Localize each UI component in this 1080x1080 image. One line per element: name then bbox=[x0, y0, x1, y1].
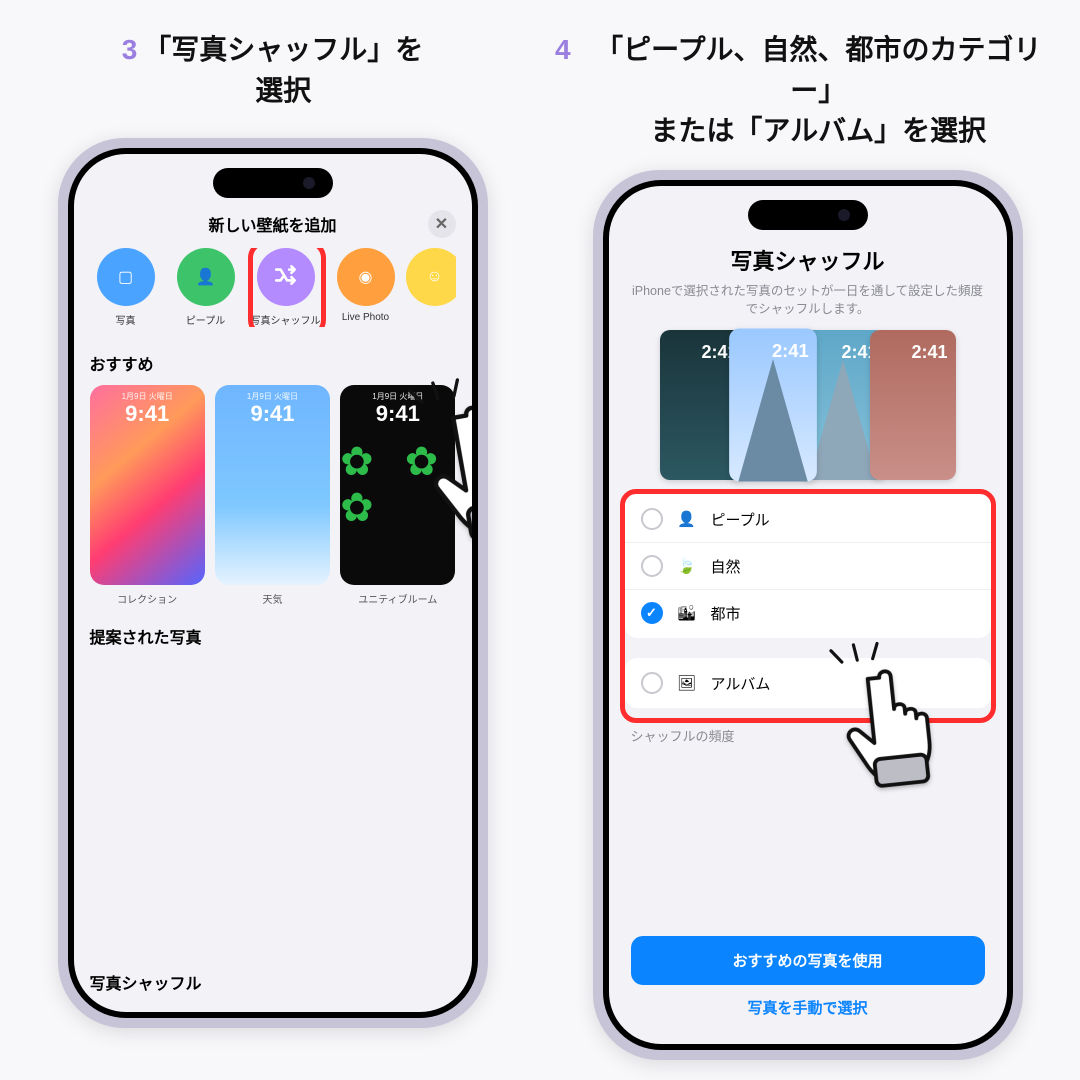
section-recommended: おすすめ bbox=[90, 351, 456, 375]
option-people[interactable]: 👤 ピープル bbox=[625, 496, 991, 543]
category-photos[interactable]: ▢ 写真 bbox=[90, 248, 162, 327]
radio-unchecked[interactable] bbox=[641, 508, 663, 530]
category-label: Live Photo bbox=[342, 312, 389, 323]
use-recommended-button[interactable]: おすすめの写真を使用 bbox=[631, 936, 985, 985]
category-label: ピープル bbox=[186, 312, 225, 327]
options-highlighted: 👤 ピープル 🍃 自然 ✓ 🏙 都市 bbox=[625, 494, 991, 718]
page-title: 新しい壁紙を追加 bbox=[208, 212, 336, 236]
shuffle-title: 写真シャッフル bbox=[631, 244, 985, 276]
person-icon: 👤 bbox=[196, 267, 216, 287]
city-icon: 🏙 bbox=[677, 604, 697, 622]
album-icon: 🖼 bbox=[677, 674, 697, 692]
step-4-title: 4 「ピープル、自然、都市のカテゴリー」 または「アルバム」を選択 bbox=[555, 30, 1060, 152]
option-label: アルバム bbox=[711, 673, 771, 694]
shuffle-icon bbox=[273, 262, 299, 293]
photos-icon: ▢ bbox=[118, 267, 133, 287]
radio-unchecked[interactable] bbox=[641, 555, 663, 577]
step-3-column: 3 「写真シャッフル」を 選択 新しい壁紙を追加 ✕ ▢ 写真 bbox=[20, 30, 525, 1080]
close-icon: ✕ bbox=[435, 214, 448, 234]
live-photo-icon: ◉ bbox=[359, 267, 373, 287]
radio-unchecked[interactable] bbox=[641, 672, 663, 694]
person-icon: 👤 bbox=[677, 510, 697, 528]
category-row: ▢ 写真 👤 ピープル 写真シャッフル bbox=[90, 248, 456, 327]
step-3-number: 3 bbox=[122, 30, 138, 120]
step-3-title: 3 「写真シャッフル」を 選択 bbox=[122, 30, 424, 120]
option-label: 自然 bbox=[711, 556, 741, 577]
wallpaper-label: コレクション bbox=[117, 591, 177, 606]
radio-checked[interactable]: ✓ bbox=[641, 602, 663, 624]
emoji-icon: ☺ bbox=[426, 268, 442, 286]
option-nature[interactable]: 🍃 自然 bbox=[625, 543, 991, 590]
phone-frame-1: 新しい壁紙を追加 ✕ ▢ 写真 👤 ピープル bbox=[58, 138, 488, 1028]
leaf-icon: 🍃 bbox=[677, 557, 697, 575]
recommended-row: 1月9日 火曜日 9:41 コレクション 1月9日 火曜日 9:41 天気 bbox=[90, 385, 456, 606]
step-4-number: 4 bbox=[555, 30, 571, 152]
step-3-text: 「写真シャッフル」を 選択 bbox=[143, 30, 423, 120]
step-4-text: 「ピープル、自然、都市のカテゴリー」 または「アルバム」を選択 bbox=[577, 30, 1060, 152]
dynamic-island bbox=[213, 168, 333, 198]
category-live-photo[interactable]: ◉ Live Photo bbox=[330, 248, 402, 327]
select-manually-link[interactable]: 写真を手動で選択 bbox=[631, 997, 985, 1018]
category-photo-shuffle[interactable]: 写真シャッフル bbox=[250, 248, 322, 327]
option-cities[interactable]: ✓ 🏙 都市 bbox=[625, 590, 991, 636]
category-emoji[interactable]: ☺ bbox=[410, 248, 456, 327]
step-4-column: 4 「ピープル、自然、都市のカテゴリー」 または「アルバム」を選択 写真シャッフ… bbox=[555, 30, 1060, 1080]
dynamic-island bbox=[748, 200, 868, 230]
wallpaper-collection[interactable]: 1月9日 火曜日 9:41 コレクション bbox=[90, 385, 205, 606]
shuffle-frequency-label: シャッフルの頻度 bbox=[625, 718, 991, 745]
wallpaper-weather[interactable]: 1月9日 火曜日 9:41 天気 bbox=[215, 385, 330, 606]
category-label: 写真シャッフル bbox=[251, 312, 321, 327]
category-people[interactable]: 👤 ピープル bbox=[170, 248, 242, 327]
phone-frame-2: 写真シャッフル iPhoneで選択された写真のセットが一日を通して設定した頻度で… bbox=[593, 170, 1023, 1060]
option-label: 都市 bbox=[711, 603, 741, 624]
category-label: 写真 bbox=[116, 312, 136, 327]
preview-fan: 2:41 2:41 2:41 2:41 bbox=[631, 330, 985, 480]
section-suggested-photos: 提案された写真 bbox=[90, 624, 456, 648]
wallpaper-label: ユニティブルーム bbox=[358, 591, 437, 606]
shuffle-description: iPhoneで選択された写真のセットが一日を通して設定した頻度でシャッフルします… bbox=[631, 282, 985, 318]
wallpaper-label: 天気 bbox=[262, 591, 282, 606]
close-button[interactable]: ✕ bbox=[428, 210, 456, 238]
option-album[interactable]: 🖼 アルバム bbox=[625, 660, 991, 706]
section-photo-shuffle-footer: 写真シャッフル bbox=[90, 966, 456, 996]
wallpaper-unity-bloom[interactable]: 1月9日 火曜日 9:41 ユニティブルーム bbox=[340, 385, 455, 606]
option-label: ピープル bbox=[711, 509, 770, 530]
